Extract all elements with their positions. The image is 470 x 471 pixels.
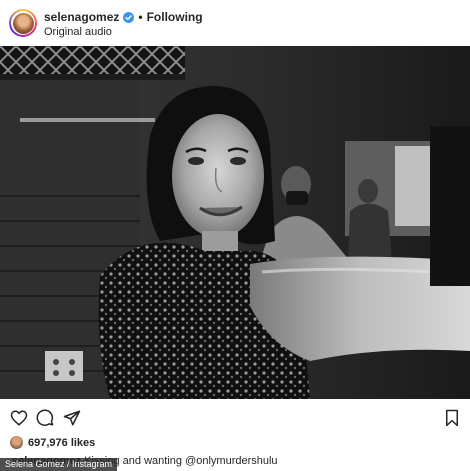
verified-badge-icon [123,11,135,23]
likes-row: 697,976 likes [10,436,95,449]
heart-icon[interactable] [10,409,28,427]
bookmark-icon[interactable] [443,409,461,427]
photo-credit: Selena Gomez / Instagram [0,458,118,471]
post-header: selenagomez • Following Original audio [0,0,470,46]
send-icon[interactable] [63,409,81,427]
liker-avatar [10,436,23,449]
post-video-frame[interactable] [0,46,470,399]
selfie-image [0,46,470,399]
separator-dot: • [138,10,143,24]
username-link[interactable]: selenagomez [44,10,119,24]
likes-count[interactable]: 697,976 likes [28,437,95,449]
following-button[interactable]: Following [147,10,203,24]
caption-mention[interactable]: @onlymurdershulu [185,455,278,467]
user-row: selenagomez • Following [44,10,203,24]
profile-avatar[interactable] [9,9,37,37]
audio-link[interactable]: Original audio [44,26,112,38]
comment-icon[interactable] [36,409,54,427]
